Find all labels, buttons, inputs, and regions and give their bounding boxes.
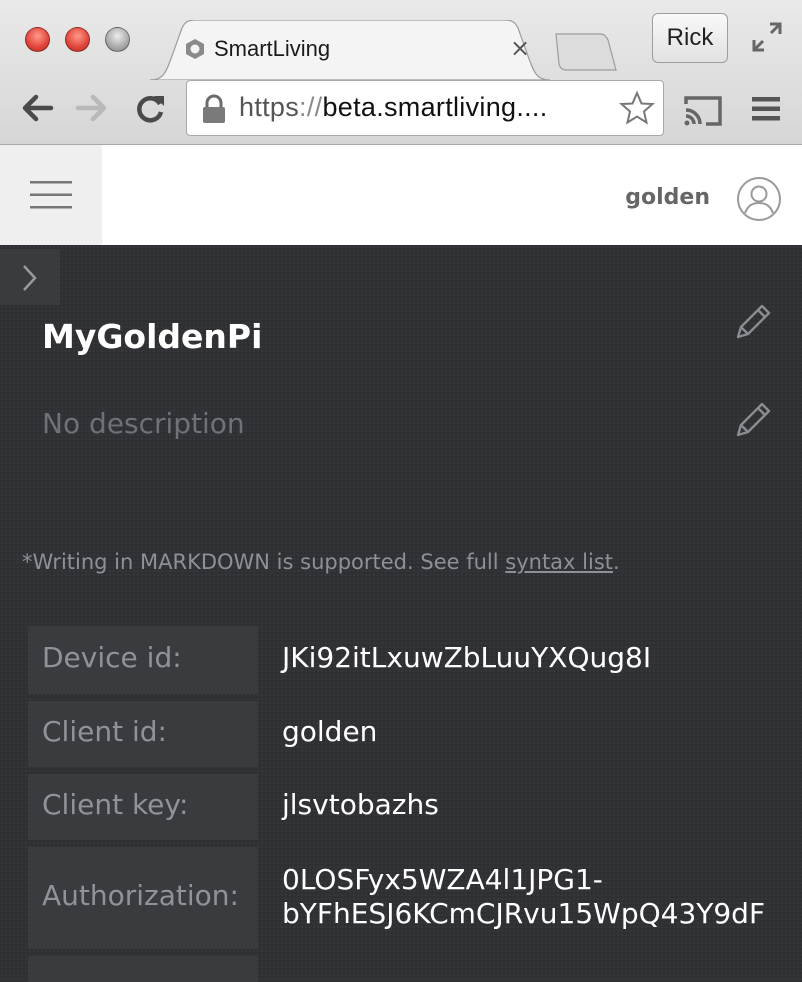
new-tab-button[interactable]: [552, 32, 618, 72]
browser-chrome: SmartLiving × Rick https://beta.smartliv…: [0, 0, 802, 145]
tab-close-icon[interactable]: ×: [510, 34, 530, 62]
bookmark-star-icon[interactable]: [619, 90, 655, 126]
device-detail-panel: MyGoldenPi No description *Writing in MA…: [0, 245, 802, 982]
tab-shape: [150, 20, 550, 80]
property-label: Device id:: [42, 641, 182, 674]
window-close-button[interactable]: [25, 27, 50, 52]
property-label: Authorization:: [42, 879, 239, 912]
menu-icon[interactable]: [750, 94, 782, 124]
property-row-device-id: Device id: JKi92itLxuwZbLuuYXQug8I: [28, 626, 802, 694]
device-description: No description: [42, 407, 245, 440]
property-row-client-key: Client key: jlsvtobazhs: [28, 774, 802, 840]
authorization-value-line2: bYFhESJ6KCmCJRvu15WpQ43Y9dF: [282, 897, 766, 930]
forward-icon[interactable]: [75, 92, 109, 124]
cast-icon[interactable]: [682, 94, 724, 128]
device-id-value: JKi92itLxuwZbLuuYXQug8I: [282, 641, 652, 674]
expand-sidebar-button[interactable]: [0, 249, 60, 305]
authorization-value: 0LOSFyx5WZA4l1JPG1-: [282, 863, 603, 896]
profile-button[interactable]: Rick: [652, 13, 728, 63]
syntax-list-link[interactable]: syntax list: [505, 550, 613, 574]
hamburger-icon: [30, 181, 72, 209]
property-row-partial: [28, 956, 802, 982]
user-avatar-icon[interactable]: [736, 176, 782, 222]
client-key-value: jlsvtobazhs: [282, 788, 439, 821]
smartliving-favicon-icon: [186, 39, 204, 59]
address-bar[interactable]: https://beta.smartliving....: [186, 80, 664, 136]
side-menu-button[interactable]: [0, 145, 102, 245]
property-label-cell: [28, 956, 258, 982]
url-text: https://beta.smartliving....: [239, 92, 548, 123]
browser-tab[interactable]: SmartLiving ×: [150, 20, 550, 80]
window-minimize-button[interactable]: [65, 27, 90, 52]
tab-title: SmartLiving: [214, 36, 331, 61]
device-name: MyGoldenPi: [42, 317, 263, 356]
markdown-note: *Writing in MARKDOWN is supported. See f…: [22, 550, 620, 574]
markdown-note-suffix: .: [613, 550, 620, 574]
client-id-value: golden: [282, 715, 378, 748]
edit-pencil-icon[interactable]: [732, 301, 774, 343]
url-host: beta.smartliving....: [322, 92, 548, 122]
url-scheme: https: [239, 92, 300, 122]
chevron-right-icon: [23, 265, 37, 291]
window-zoom-button[interactable]: [105, 27, 130, 52]
property-row-client-id: Client id: golden: [28, 701, 802, 767]
property-label: Client id:: [42, 715, 167, 748]
edit-pencil-icon[interactable]: [732, 399, 774, 441]
username[interactable]: golden: [625, 185, 710, 210]
reload-icon[interactable]: [134, 92, 166, 124]
back-icon[interactable]: [20, 92, 54, 124]
markdown-note-text: *Writing in MARKDOWN is supported. See f…: [22, 550, 506, 574]
lock-icon: [203, 94, 225, 123]
url-separator: ://: [299, 92, 323, 122]
property-row-authorization: Authorization: 0LOSFyx5WZA4l1JPG1- bYFhE…: [28, 847, 802, 949]
fullscreen-icon[interactable]: [750, 20, 784, 54]
app-header: golden: [0, 145, 802, 245]
property-label: Client key:: [42, 788, 189, 821]
